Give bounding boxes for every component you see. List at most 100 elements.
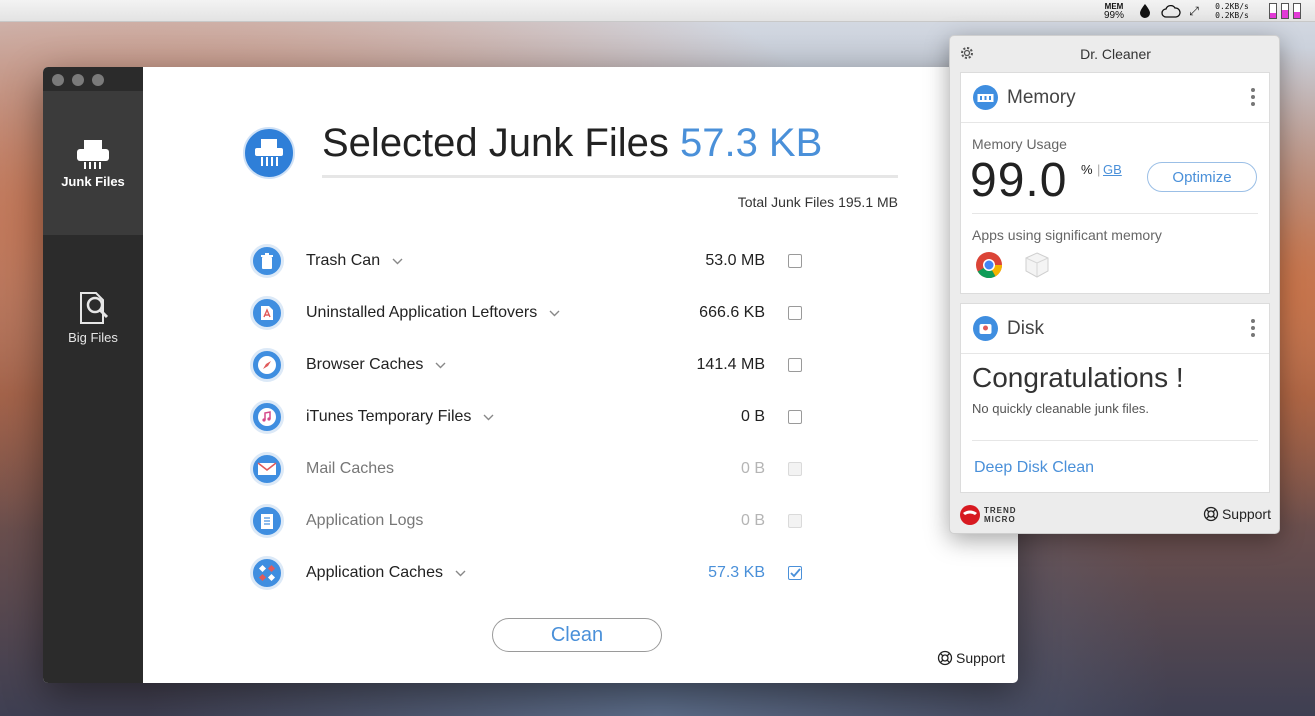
disk-status-message: No quickly cleanable junk files. (972, 401, 1150, 416)
disk-icon (973, 316, 998, 341)
category-label: Uninstalled Application Leftovers (306, 304, 538, 321)
percent-unit-toggle[interactable]: % (1081, 162, 1093, 177)
category-checkbox[interactable] (788, 358, 802, 372)
file-search-icon (80, 291, 109, 324)
checkmark-icon (789, 568, 801, 578)
category-size: 141.4 MB (696, 356, 765, 373)
drop-icon[interactable] (1137, 0, 1153, 22)
memory-apps-list (975, 251, 1051, 279)
category-size: 57.3 KB (708, 564, 765, 581)
sidebar-item-label: Junk Files (61, 173, 125, 189)
logs-icon (250, 504, 284, 538)
shredder-hero-icon (243, 127, 295, 179)
total-junk-files: Total Junk Files 195.1 MB (737, 194, 898, 210)
chevron-down-icon[interactable] (435, 358, 446, 372)
gear-icon[interactable] (959, 45, 975, 61)
safari-icon (250, 348, 284, 382)
category-checkbox[interactable] (788, 410, 802, 424)
category-checkbox[interactable] (788, 306, 802, 320)
category-checkbox (788, 514, 802, 528)
sidebar-item-label: Big Files (68, 329, 118, 345)
category-label: Browser Caches (306, 356, 424, 373)
junk-category-row[interactable]: iTunes Temporary Files 0 B (250, 391, 910, 443)
menubar-usage-bars[interactable] (1258, 0, 1312, 22)
disk-status-heading: Congratulations ! (972, 362, 1184, 393)
category-checkbox (788, 462, 802, 476)
chevron-down-icon[interactable] (549, 306, 560, 320)
support-label: Support (1221, 506, 1271, 522)
category-size: 53.0 MB (705, 252, 765, 269)
junk-category-row[interactable]: Application Caches 57.3 KB (250, 547, 910, 599)
cloud-icon[interactable] (1159, 0, 1183, 22)
disk-card: Disk Congratulations ! No quickly cleana… (960, 303, 1270, 493)
gb-unit-toggle[interactable]: GB (1103, 162, 1122, 177)
optimize-button[interactable]: Optimize (1147, 162, 1257, 192)
category-label: Application Caches (306, 564, 443, 581)
chevron-down-icon[interactable] (483, 410, 494, 424)
clean-button[interactable]: Clean (492, 618, 662, 652)
menu-bar: MEM 99% ⤢ 0.2KB/s 0.2KB/s (0, 0, 1315, 22)
category-size: 666.6 KB (699, 304, 765, 321)
sidebar-item-big-files[interactable]: Big Files (43, 277, 143, 357)
memory-more-icon[interactable] (1251, 88, 1255, 106)
junk-category-row[interactable]: Mail Caches 0 B (250, 443, 910, 495)
chevron-down-icon[interactable] (392, 254, 403, 268)
usage-bar (1281, 3, 1289, 19)
dr-cleaner-popover: Dr. Cleaner Memory Memory Usage 99.0 % |… (949, 35, 1280, 534)
trash-icon (250, 244, 284, 278)
usage-bar-fill (1270, 13, 1276, 18)
zoom-window-button[interactable] (92, 74, 104, 86)
unit-separator: | (1097, 162, 1101, 177)
trend-micro-icon (960, 505, 980, 525)
trend-micro-logo: TREND MICRO (959, 504, 1017, 526)
category-label: Mail Caches (306, 460, 395, 477)
divider (972, 440, 1258, 441)
lifebuoy-icon (1203, 506, 1219, 522)
junk-category-row[interactable]: Application Logs 0 B (250, 495, 910, 547)
generic-app-icon[interactable] (1023, 251, 1051, 279)
disk-card-header: Disk (961, 304, 1269, 354)
usage-bar-fill (1294, 12, 1300, 18)
chrome-icon[interactable] (975, 251, 1003, 279)
mail-icon (250, 452, 284, 486)
support-label: Support (956, 650, 1006, 666)
disk-more-icon[interactable] (1251, 319, 1255, 337)
memory-usage-label: Memory Usage (972, 136, 1067, 152)
trend-micro-wordmark: TREND MICRO (984, 506, 1017, 524)
category-checkbox[interactable] (788, 254, 802, 268)
brand-line-1: TREND (984, 506, 1017, 515)
lifebuoy-icon (937, 650, 953, 666)
junk-files-panel: Selected Junk Files 57.3 KB Total Junk F… (143, 67, 1018, 683)
junk-category-row[interactable]: Uninstalled Application Leftovers 666.6 K… (250, 287, 910, 339)
support-link[interactable]: Support (937, 650, 1005, 666)
junk-category-row[interactable]: Browser Caches 141.4 MB (250, 339, 910, 391)
expand-arrows-icon[interactable]: ⤢ (1186, 0, 1202, 22)
category-size: 0 B (740, 460, 765, 477)
popover-support-link[interactable]: Support (1203, 506, 1271, 522)
window-controls (52, 74, 104, 86)
popover-title: Dr. Cleaner (1080, 46, 1151, 62)
deep-disk-clean-link[interactable]: Deep Disk Clean (974, 459, 1094, 477)
menubar-memory-status[interactable]: MEM 99% (1098, 0, 1130, 22)
main-window: Junk Files Big Files Selected Junk Files… (43, 67, 1018, 683)
mem-value: 99% (1103, 10, 1124, 21)
close-window-button[interactable] (52, 74, 64, 86)
junk-category-row[interactable]: Trash Can 53.0 MB (250, 235, 910, 287)
shredder-icon (77, 139, 109, 169)
net-down: 0.2KB/s (1215, 11, 1249, 20)
net-up: 0.2KB/s (1215, 2, 1249, 11)
network-speed[interactable]: 0.2KB/s 0.2KB/s (1210, 0, 1254, 22)
selected-size: 57.3 KB (679, 121, 823, 165)
title-divider (322, 175, 898, 178)
sidebar-item-junk-files[interactable]: Junk Files (43, 91, 143, 235)
chevron-down-icon[interactable] (455, 566, 466, 580)
title-text: Selected Junk Files (322, 121, 669, 165)
popover-header: Dr. Cleaner (950, 36, 1281, 72)
page-title: Selected Junk Files 57.3 KB (322, 121, 822, 166)
usage-bar (1293, 3, 1301, 19)
usage-bar-fill (1282, 9, 1288, 18)
category-checkbox[interactable] (788, 566, 802, 580)
apps-memory-label: Apps using significant memory (972, 227, 1162, 243)
minimize-window-button[interactable] (72, 74, 84, 86)
app-leftovers-icon (250, 296, 284, 330)
